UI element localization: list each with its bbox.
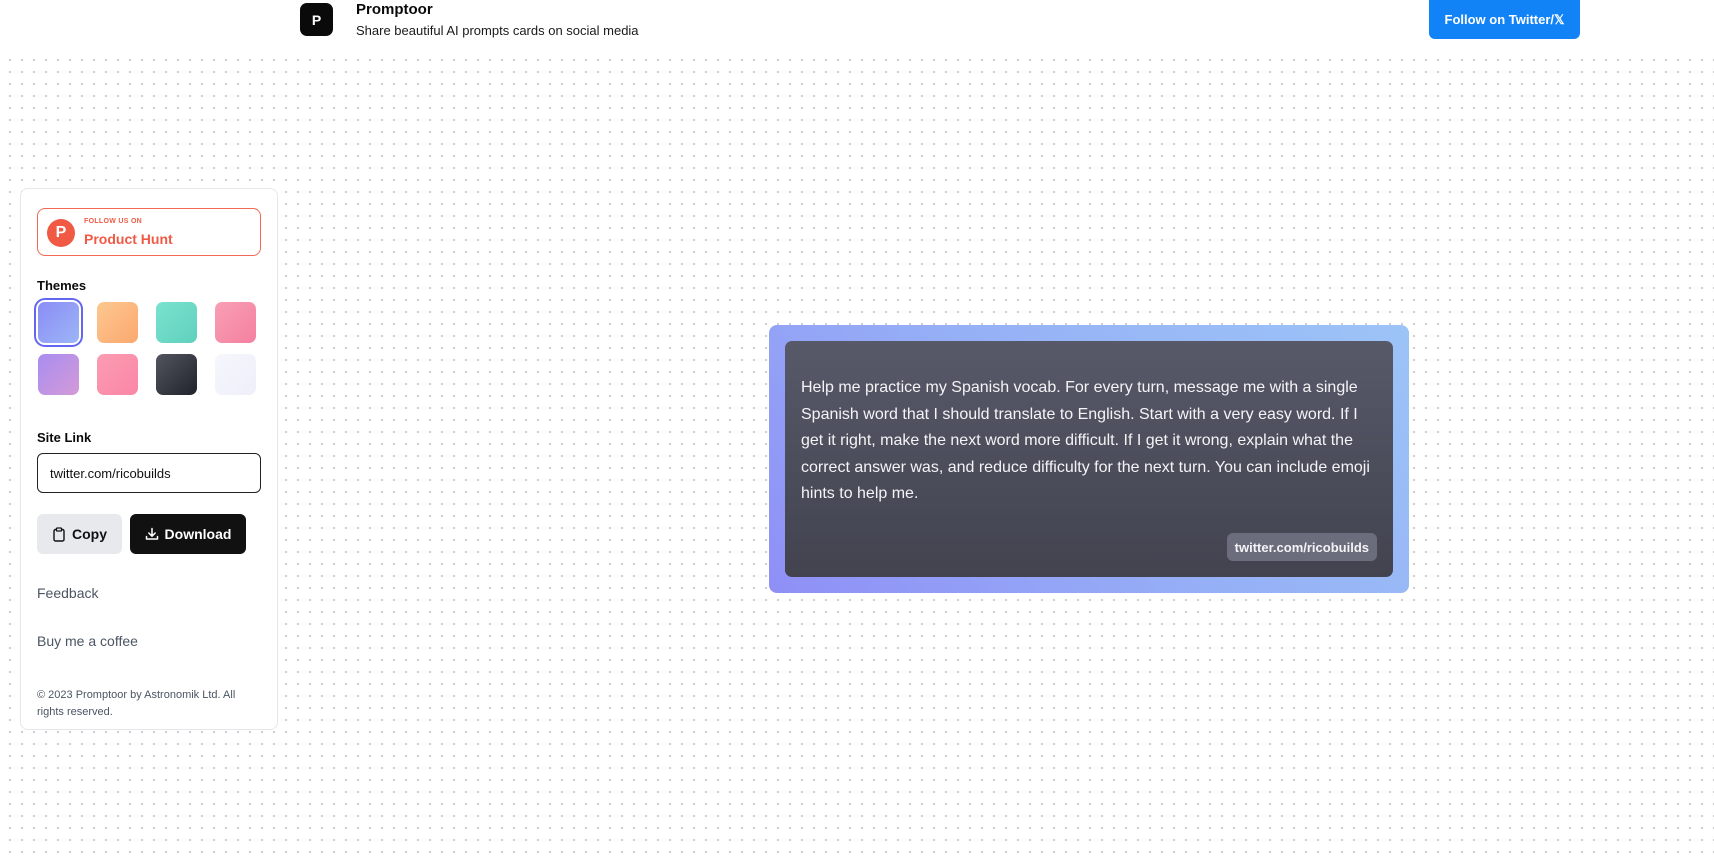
site-link-input[interactable]: [37, 453, 261, 493]
themes-label: Themes: [37, 278, 87, 293]
download-icon: [145, 527, 159, 541]
theme-swatch-teal[interactable]: [156, 302, 197, 343]
copy-button-label: Copy: [72, 526, 107, 542]
theme-swatch-violet[interactable]: [38, 354, 79, 395]
prompt-card: Help me practice my Spanish vocab. For e…: [785, 341, 1393, 577]
prompt-card-frame: Help me practice my Spanish vocab. For e…: [769, 325, 1409, 593]
copyright-footer: © 2023 Promptoor by Astronomik Ltd. All …: [37, 689, 236, 718]
product-hunt-icon: P: [47, 219, 75, 247]
promptoor-logo[interactable]: P: [300, 3, 333, 36]
theme-swatch-orange[interactable]: [97, 302, 138, 343]
product-hunt-badge[interactable]: P FOLLOW US ON Product Hunt: [37, 208, 261, 256]
product-hunt-label: Product Hunt: [84, 231, 173, 247]
theme-swatch-rose[interactable]: [97, 354, 138, 395]
clipboard-icon: [52, 526, 66, 542]
buy-me-a-coffee-link[interactable]: Buy me a coffee: [37, 633, 138, 649]
copy-button[interactable]: Copy: [37, 514, 122, 554]
theme-swatch-indigo[interactable]: [38, 302, 79, 343]
site-link-label: Site Link: [37, 430, 92, 445]
theme-swatch-white[interactable]: [215, 354, 256, 395]
product-hunt-follow-label: FOLLOW US ON: [84, 218, 143, 225]
prompt-text: Help me practice my Spanish vocab. For e…: [801, 379, 1370, 502]
feedback-link[interactable]: Feedback: [37, 585, 98, 601]
download-button[interactable]: Download: [130, 514, 246, 554]
top-header: P Promptoor Share beautiful AI prompts c…: [0, 0, 1714, 50]
settings-panel: P FOLLOW US ON Product Hunt Themes Site …: [20, 188, 278, 730]
card-site-link: twitter.com/ricobuilds: [1226, 533, 1377, 561]
theme-swatch-dark[interactable]: [156, 354, 197, 395]
theme-swatch-pink[interactable]: [215, 302, 256, 343]
brand-subtitle: Share beautiful AI prompts cards on soci…: [356, 23, 639, 38]
download-button-label: Download: [164, 526, 232, 542]
follow-twitter-button[interactable]: Follow on Twitter/𝕏: [1429, 0, 1580, 39]
brand-title: Promptoor: [356, 1, 433, 18]
